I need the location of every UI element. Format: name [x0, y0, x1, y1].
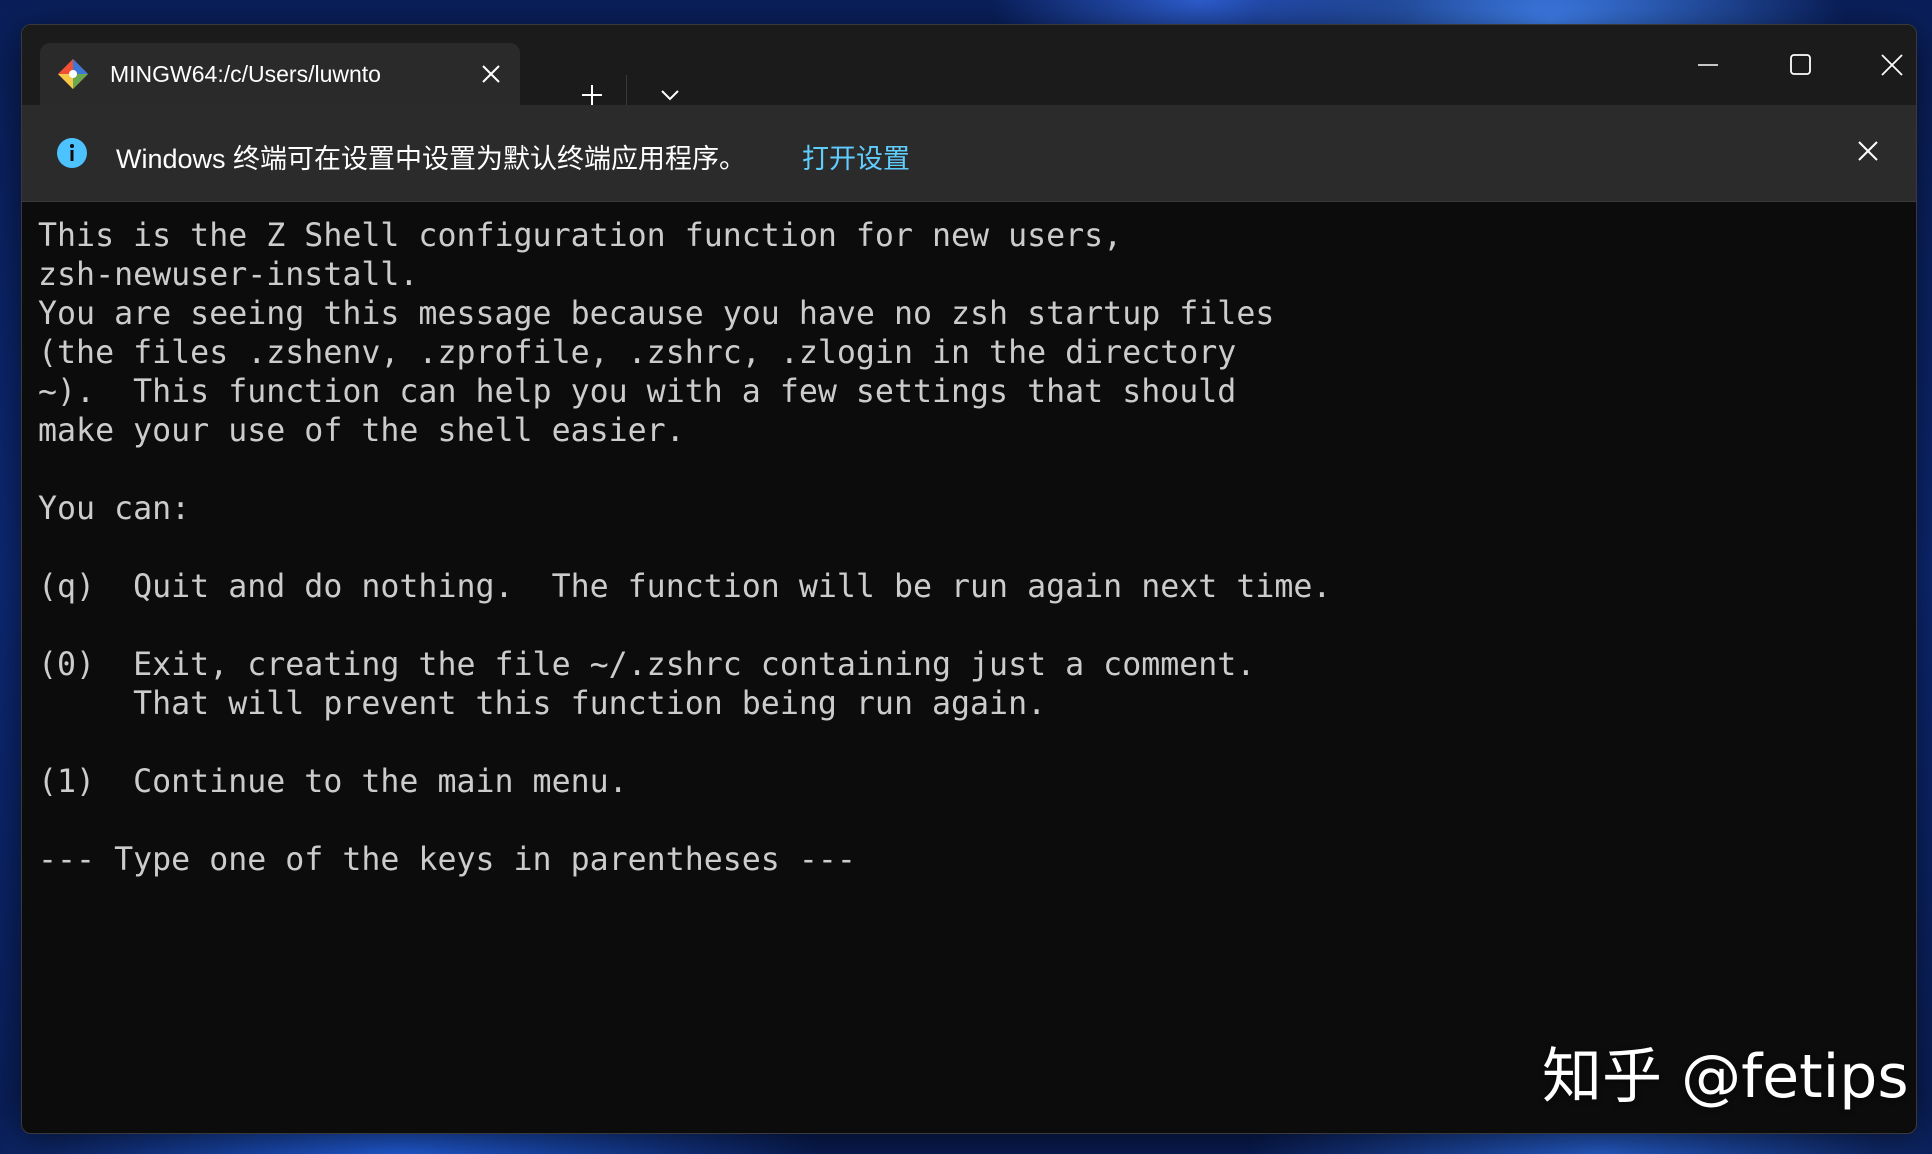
terminal-line: --- Type one of the keys in parentheses …: [38, 842, 856, 878]
terminal-line: (0) Exit, creating the file ~/.zshrc con…: [38, 647, 1256, 683]
window-close-icon[interactable]: [1846, 25, 1917, 105]
terminal-line: zsh-newuser-install.: [38, 257, 419, 293]
terminal-output[interactable]: This is the Z Shell configuration functi…: [38, 217, 1898, 1117]
tab-mingw64[interactable]: MINGW64:/c/Users/luwnto: [40, 43, 520, 105]
terminal-line: ~). This function can help you with a fe…: [38, 374, 1237, 410]
terminal-line: (1) Continue to the main menu.: [38, 764, 628, 800]
terminal-line: That will prevent this function being ru…: [38, 686, 1047, 722]
open-settings-link[interactable]: 打开设置: [802, 137, 910, 176]
terminal-line: make your use of the shell easier.: [38, 413, 685, 449]
watermark: 知乎 @fetips: [1542, 1042, 1909, 1112]
terminal-line: You can:: [38, 491, 191, 527]
tab-title: MINGW64:/c/Users/luwnto: [110, 61, 381, 87]
terminal-line: (the files .zshenv, .zprofile, .zshrc, .…: [38, 335, 1237, 371]
infobar-close-icon[interactable]: [1848, 131, 1888, 171]
maximize-icon[interactable]: [1754, 25, 1844, 105]
minimize-icon[interactable]: [1662, 25, 1752, 105]
git-bash-icon: [58, 59, 88, 89]
terminal-line: You are seeing this message because you …: [38, 296, 1275, 332]
tab-close-icon[interactable]: [478, 61, 504, 87]
default-terminal-infobar: Windows 终端可在设置中设置为默认终端应用程序。 打开设置: [22, 105, 1916, 202]
terminal-window: MINGW64:/c/Users/luwnto Windows 终端可在设置中设…: [21, 24, 1917, 1134]
terminal-line: (q) Quit and do nothing. The function wi…: [38, 569, 1332, 605]
info-icon: [57, 138, 87, 168]
terminal-line: This is the Z Shell configuration functi…: [38, 218, 1123, 254]
title-bar[interactable]: MINGW64:/c/Users/luwnto: [22, 25, 1917, 115]
infobar-message: Windows 终端可在设置中设置为默认终端应用程序。: [116, 144, 747, 174]
